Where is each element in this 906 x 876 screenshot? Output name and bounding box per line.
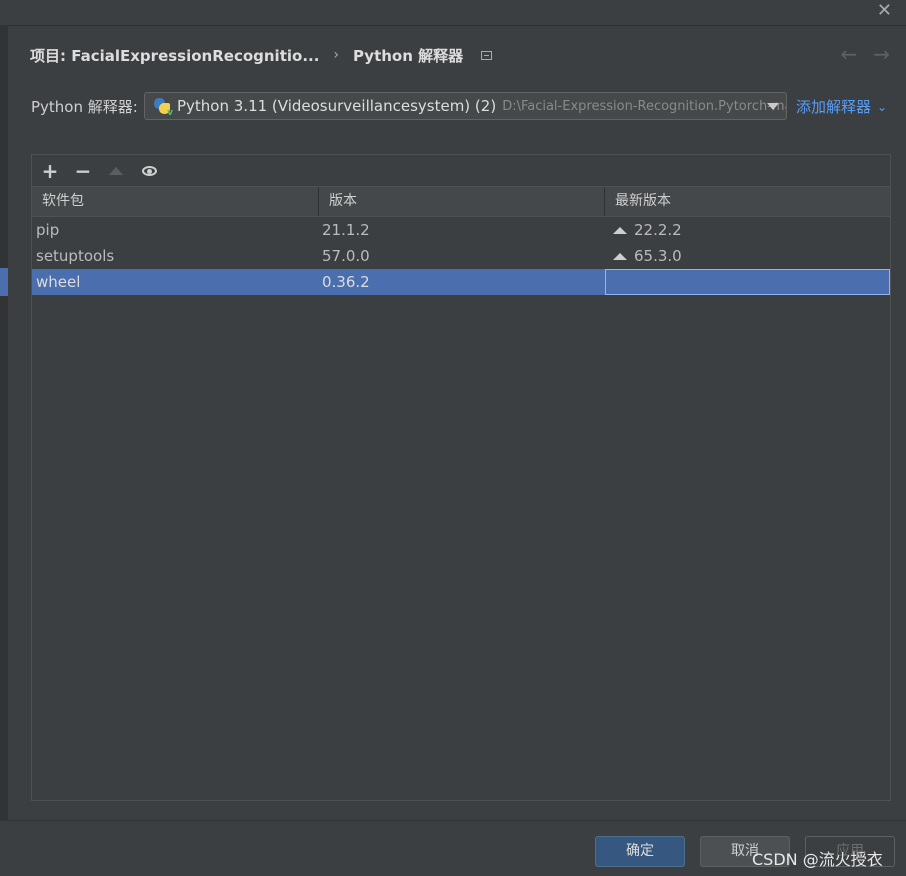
chevron-down-icon[interactable]: ⌄ [877, 100, 887, 114]
interpreter-name: Python 3.11 (Videosurveillancesystem) (2… [177, 97, 497, 115]
forward-arrow-icon[interactable]: → [873, 42, 890, 66]
dropdown-arrow-icon[interactable] [767, 103, 779, 110]
package-latest-cell[interactable] [605, 269, 890, 295]
settings-sidebar-edge [0, 25, 8, 820]
breadcrumb-separator: › [333, 47, 340, 63]
triangle-up-icon [613, 226, 627, 234]
breadcrumb-project[interactable]: 项目: FacialExpressionRecognitio... [30, 45, 319, 66]
watermark-text: CSDN @流火授衣 [752, 850, 883, 869]
back-arrow-icon[interactable]: ← [840, 42, 857, 66]
package-version: 21.1.2 [322, 221, 370, 239]
interpreter-select[interactable]: v Python 3.11 (Videosurveillancesystem) … [144, 92, 787, 120]
window-icon[interactable] [481, 50, 493, 60]
table-row-selected[interactable]: wheel 0.36.2 [32, 269, 890, 295]
package-latest: 22.2.2 [634, 221, 682, 239]
column-header-package[interactable]: 软件包 [32, 187, 319, 216]
interpreter-label: Python 解释器: [31, 98, 138, 116]
packages-toolbar: + − [32, 155, 890, 186]
plus-icon[interactable]: + [40, 161, 60, 181]
package-name: pip [36, 221, 60, 239]
table-row[interactable]: setuptools 57.0.0 65.3.0 [32, 243, 890, 269]
sidebar-selection-indicator [0, 268, 8, 296]
package-latest: 65.3.0 [634, 247, 682, 265]
package-name: setuptools [36, 247, 115, 265]
package-version: 0.36.2 [322, 273, 370, 291]
title-bar: ✕ [0, 0, 906, 26]
packages-table-body: pip 21.1.2 22.2.2 setuptools 57.0.0 65.3… [32, 217, 890, 295]
column-header-version[interactable]: 版本 [319, 187, 605, 216]
table-row[interactable]: pip 21.1.2 22.2.2 [32, 217, 890, 243]
package-latest-cell: 22.2.2 [605, 217, 890, 243]
add-interpreter-label[interactable]: 添加解释器 [796, 96, 871, 117]
package-version: 57.0.0 [322, 247, 370, 265]
triangle-up-icon [613, 252, 627, 260]
ok-button[interactable]: 确定 [595, 836, 685, 867]
eye-icon[interactable] [139, 161, 159, 181]
packages-panel: + − 软件包 版本 最新版本 pip 21.1.2 22.2.2 setupt… [31, 154, 891, 801]
python-icon: v [153, 97, 173, 118]
table-header: 软件包 版本 最新版本 [32, 186, 890, 217]
upgrade-triangle-icon[interactable] [106, 161, 126, 181]
close-icon[interactable]: ✕ [877, 1, 892, 21]
breadcrumb: 项目: FacialExpressionRecognitio... › Pyth… [30, 44, 493, 66]
breadcrumb-page: Python 解释器 [353, 46, 464, 65]
add-interpreter-link[interactable]: 添加解释器 ⌄ [796, 96, 887, 117]
package-name: wheel [36, 273, 81, 291]
package-latest-cell: 65.3.0 [605, 243, 890, 269]
column-header-latest[interactable]: 最新版本 [605, 187, 890, 216]
interpreter-path: D:\Facial-Expression-Recognition.Pytorch… [502, 98, 787, 114]
minus-icon[interactable]: − [73, 161, 93, 181]
history-navigation: ← → [840, 42, 890, 66]
footer-divider [0, 820, 906, 821]
